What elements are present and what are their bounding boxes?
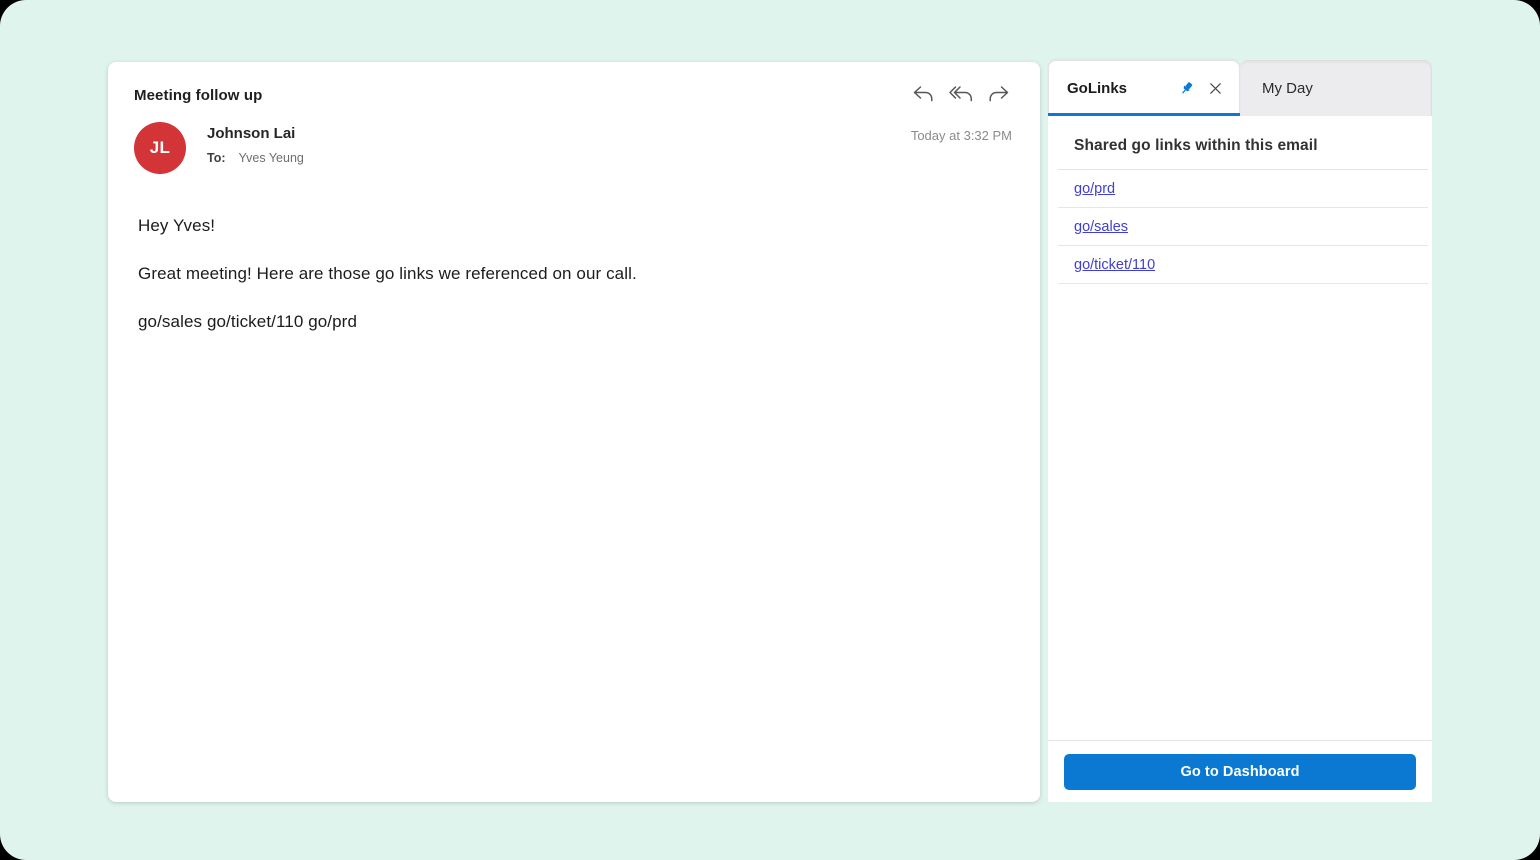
email-body-paragraph: Hey Yves! <box>138 215 1000 236</box>
tab-my-day[interactable]: My Day <box>1240 60 1432 116</box>
email-reading-pane: Meeting follow up <box>108 62 1040 802</box>
golink-row: go/prd <box>1058 170 1428 208</box>
go-to-dashboard-button[interactable]: Go to Dashboard <box>1064 754 1416 790</box>
addin-tabbar: GoLinks My Day <box>1048 60 1432 116</box>
golink-row: go/sales <box>1058 208 1428 246</box>
active-tab-indicator <box>1048 113 1240 116</box>
golink-link-sales[interactable]: go/sales <box>1074 219 1128 235</box>
app-window: Meeting follow up <box>0 0 1540 860</box>
shared-links-heading: Shared go links within this email <box>1048 116 1432 169</box>
email-header: Meeting follow up <box>108 62 1040 174</box>
reply-all-icon <box>948 83 974 108</box>
email-toolbar <box>910 84 1012 106</box>
tab-my-day-label: My Day <box>1262 80 1313 97</box>
sender-avatar[interactable]: JL <box>134 122 186 174</box>
sender-name[interactable]: Johnson Lai <box>207 125 304 142</box>
email-body: Hey Yves! Great meeting! Here are those … <box>108 174 1040 332</box>
golinks-panel-content: Shared go links within this email go/prd… <box>1048 116 1432 740</box>
reply-all-button[interactable] <box>948 84 974 106</box>
forward-button[interactable] <box>986 84 1012 106</box>
golink-link-ticket[interactable]: go/ticket/110 <box>1074 257 1155 273</box>
tab-golinks[interactable]: GoLinks <box>1048 60 1240 116</box>
panel-footer: Go to Dashboard <box>1048 740 1432 802</box>
recipient-name[interactable]: Yves Yeung <box>239 151 304 165</box>
forward-icon <box>987 83 1011 108</box>
to-label: To: <box>207 151 226 165</box>
golink-link-prd[interactable]: go/prd <box>1074 181 1115 197</box>
tab-golinks-label: GoLinks <box>1067 80 1127 97</box>
pin-icon <box>1174 77 1198 101</box>
close-panel-button[interactable] <box>1205 79 1225 99</box>
email-body-paragraph: go/sales go/ticket/110 go/prd <box>138 311 1000 332</box>
close-icon <box>1208 81 1223 96</box>
reply-icon <box>911 83 935 108</box>
email-subject: Meeting follow up <box>134 87 262 104</box>
golink-row: go/ticket/110 <box>1058 246 1428 284</box>
pin-button[interactable] <box>1176 79 1196 99</box>
email-timestamp: Today at 3:32 PM <box>911 122 1012 143</box>
addin-panel: GoLinks My Day <box>1048 60 1432 802</box>
reply-button[interactable] <box>910 84 936 106</box>
email-body-paragraph: Great meeting! Here are those go links w… <box>138 263 1000 284</box>
sender-initials: JL <box>150 138 170 158</box>
